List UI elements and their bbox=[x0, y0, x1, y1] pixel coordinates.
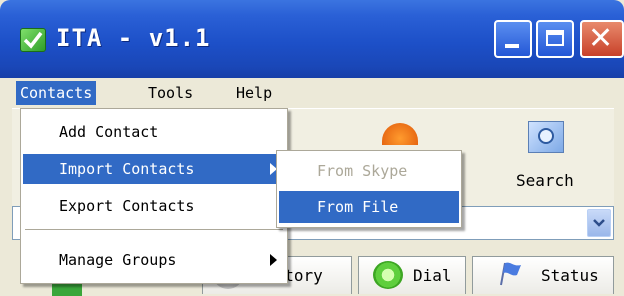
tab-status[interactable]: Status bbox=[472, 256, 614, 294]
menu-separator bbox=[25, 229, 283, 231]
menu-item-label: Manage Groups bbox=[59, 251, 177, 269]
tab-dial[interactable]: Dial bbox=[358, 256, 466, 294]
tab-dial-label: Dial bbox=[413, 266, 452, 285]
menu-help[interactable]: Help bbox=[232, 81, 276, 105]
menu-item-label: From File bbox=[317, 198, 399, 216]
menu-item-label: Add Contact bbox=[59, 123, 159, 141]
close-icon: ✕ bbox=[588, 21, 614, 56]
submenu-arrow-icon bbox=[270, 254, 277, 266]
dial-icon bbox=[373, 261, 403, 289]
search-icon[interactable] bbox=[528, 121, 564, 153]
menu-item-add-contact[interactable]: Add Contact bbox=[23, 117, 285, 147]
search-button-label[interactable]: Search bbox=[516, 171, 574, 190]
app-icon bbox=[20, 28, 46, 52]
menu-bar: Contacts Tools Help bbox=[12, 78, 614, 108]
tab-status-label: Status bbox=[541, 266, 599, 285]
menu-item-from-file[interactable]: From File bbox=[279, 191, 459, 223]
menu-item-label: From Skype bbox=[317, 162, 408, 180]
menu-item-label: Export Contacts bbox=[59, 197, 195, 215]
contacts-menu: Add Contact Import Contacts Export Conta… bbox=[20, 108, 288, 284]
maximize-icon bbox=[546, 30, 564, 46]
minimize-icon bbox=[505, 44, 519, 48]
import-contacts-submenu: From Skype From File bbox=[276, 150, 462, 228]
menu-tools[interactable]: Tools bbox=[144, 81, 197, 105]
combobox-dropdown-button[interactable] bbox=[587, 209, 611, 237]
minimize-button[interactable] bbox=[494, 20, 532, 58]
menu-item-import-contacts[interactable]: Import Contacts bbox=[23, 154, 285, 184]
menu-contacts[interactable]: Contacts bbox=[16, 81, 97, 105]
menu-item-export-contacts[interactable]: Export Contacts bbox=[23, 191, 285, 221]
window-title: ITA - v1.1 bbox=[56, 24, 211, 52]
maximize-button[interactable] bbox=[536, 20, 574, 58]
chevron-down-icon bbox=[593, 219, 605, 227]
flag-icon bbox=[500, 262, 521, 286]
title-bar: ITA - v1.1 ✕ bbox=[0, 0, 624, 78]
menu-item-from-skype: From Skype bbox=[279, 155, 459, 187]
menu-item-manage-groups[interactable]: Manage Groups bbox=[23, 245, 285, 275]
skype-tool-icon[interactable] bbox=[382, 123, 418, 145]
menu-item-label: Import Contacts bbox=[59, 160, 195, 178]
close-button[interactable]: ✕ bbox=[580, 20, 624, 58]
